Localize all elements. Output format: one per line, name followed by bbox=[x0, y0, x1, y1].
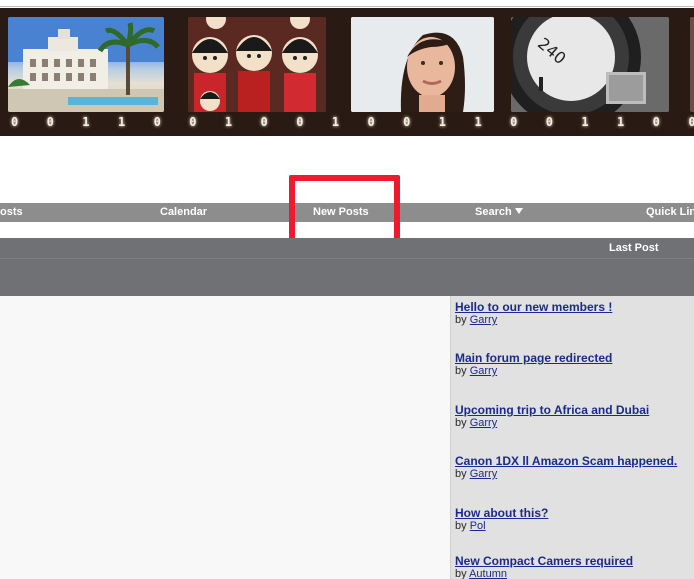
post-title-link[interactable]: Canon 1DX ll Amazon Scam happened. bbox=[455, 454, 677, 468]
last-post-column bbox=[450, 296, 694, 579]
nav-item-calendar[interactable]: Calendar bbox=[160, 203, 207, 222]
table-subheader bbox=[0, 258, 694, 296]
top-divider bbox=[0, 0, 694, 7]
post-author-link[interactable]: Garry bbox=[470, 468, 498, 480]
post-byline: by Pol bbox=[455, 520, 548, 533]
post-byline: by Autumn bbox=[455, 568, 633, 579]
by-label: by bbox=[455, 365, 467, 377]
by-label: by bbox=[455, 568, 467, 579]
list-item: Upcoming trip to Africa and Dubai by Gar… bbox=[455, 403, 649, 430]
forum-list-column bbox=[0, 296, 450, 579]
post-author-link[interactable]: Garry bbox=[470, 314, 498, 326]
column-header-last-post: Last Post bbox=[609, 242, 659, 254]
hotel-photo bbox=[8, 17, 164, 112]
post-title-link[interactable]: New Compact Camers required bbox=[455, 554, 633, 568]
by-label: by bbox=[455, 314, 467, 326]
post-byline: by Garry bbox=[455, 417, 649, 430]
post-author-link[interactable]: Pol bbox=[470, 520, 486, 532]
list-item: How about this? by Pol bbox=[455, 506, 548, 533]
table-header: Last Post bbox=[0, 238, 694, 258]
by-label: by bbox=[455, 520, 467, 532]
post-author-link[interactable]: Garry bbox=[470, 365, 498, 377]
filmstrip-banner: 240 0 0 1 1 0 0 1 0 0 1 0 0 1 1 0 0 1 1 … bbox=[0, 8, 694, 136]
list-item: New Compact Camers required by Autumn bbox=[455, 554, 633, 579]
post-byline: by Garry bbox=[455, 314, 612, 327]
post-title-link[interactable]: Main forum page redirected bbox=[455, 351, 612, 365]
post-author-link[interactable]: Autumn bbox=[469, 568, 507, 579]
nav-item-quick-links[interactable]: Quick Lin bbox=[646, 203, 694, 222]
by-label: by bbox=[455, 417, 467, 429]
list-item: Hello to our new members ! by Garry bbox=[455, 300, 612, 327]
woman-portrait-photo bbox=[351, 17, 494, 112]
kokeshi-dolls-photo bbox=[188, 17, 326, 112]
forum-page: 240 0 0 1 1 0 0 1 0 0 1 0 0 1 1 0 0 1 1 … bbox=[0, 0, 694, 579]
post-title-link[interactable]: Hello to our new members ! bbox=[455, 300, 612, 314]
list-item: Main forum page redirected by Garry bbox=[455, 351, 612, 378]
chevron-down-icon bbox=[514, 208, 523, 215]
list-item: Canon 1DX ll Amazon Scam happened. by Ga… bbox=[455, 454, 677, 481]
filmstrip-binary-text: 0 0 1 1 0 0 1 0 0 1 0 0 1 1 0 0 1 1 0 0 … bbox=[11, 115, 694, 129]
post-title-link[interactable]: How about this? bbox=[455, 506, 548, 520]
watch-closeup-photo: 240 bbox=[511, 17, 669, 112]
post-byline: by Garry bbox=[455, 365, 612, 378]
by-label: by bbox=[455, 468, 467, 480]
nav-item-search[interactable]: Search bbox=[475, 203, 523, 222]
post-title-link[interactable]: Upcoming trip to Africa and Dubai bbox=[455, 403, 649, 417]
nav-item-posts[interactable]: osts bbox=[0, 203, 23, 222]
post-author-link[interactable]: Garry bbox=[470, 417, 498, 429]
post-byline: by Garry bbox=[455, 468, 677, 481]
nav-item-search-label: Search bbox=[475, 206, 512, 218]
next-frame-edge bbox=[690, 17, 694, 112]
